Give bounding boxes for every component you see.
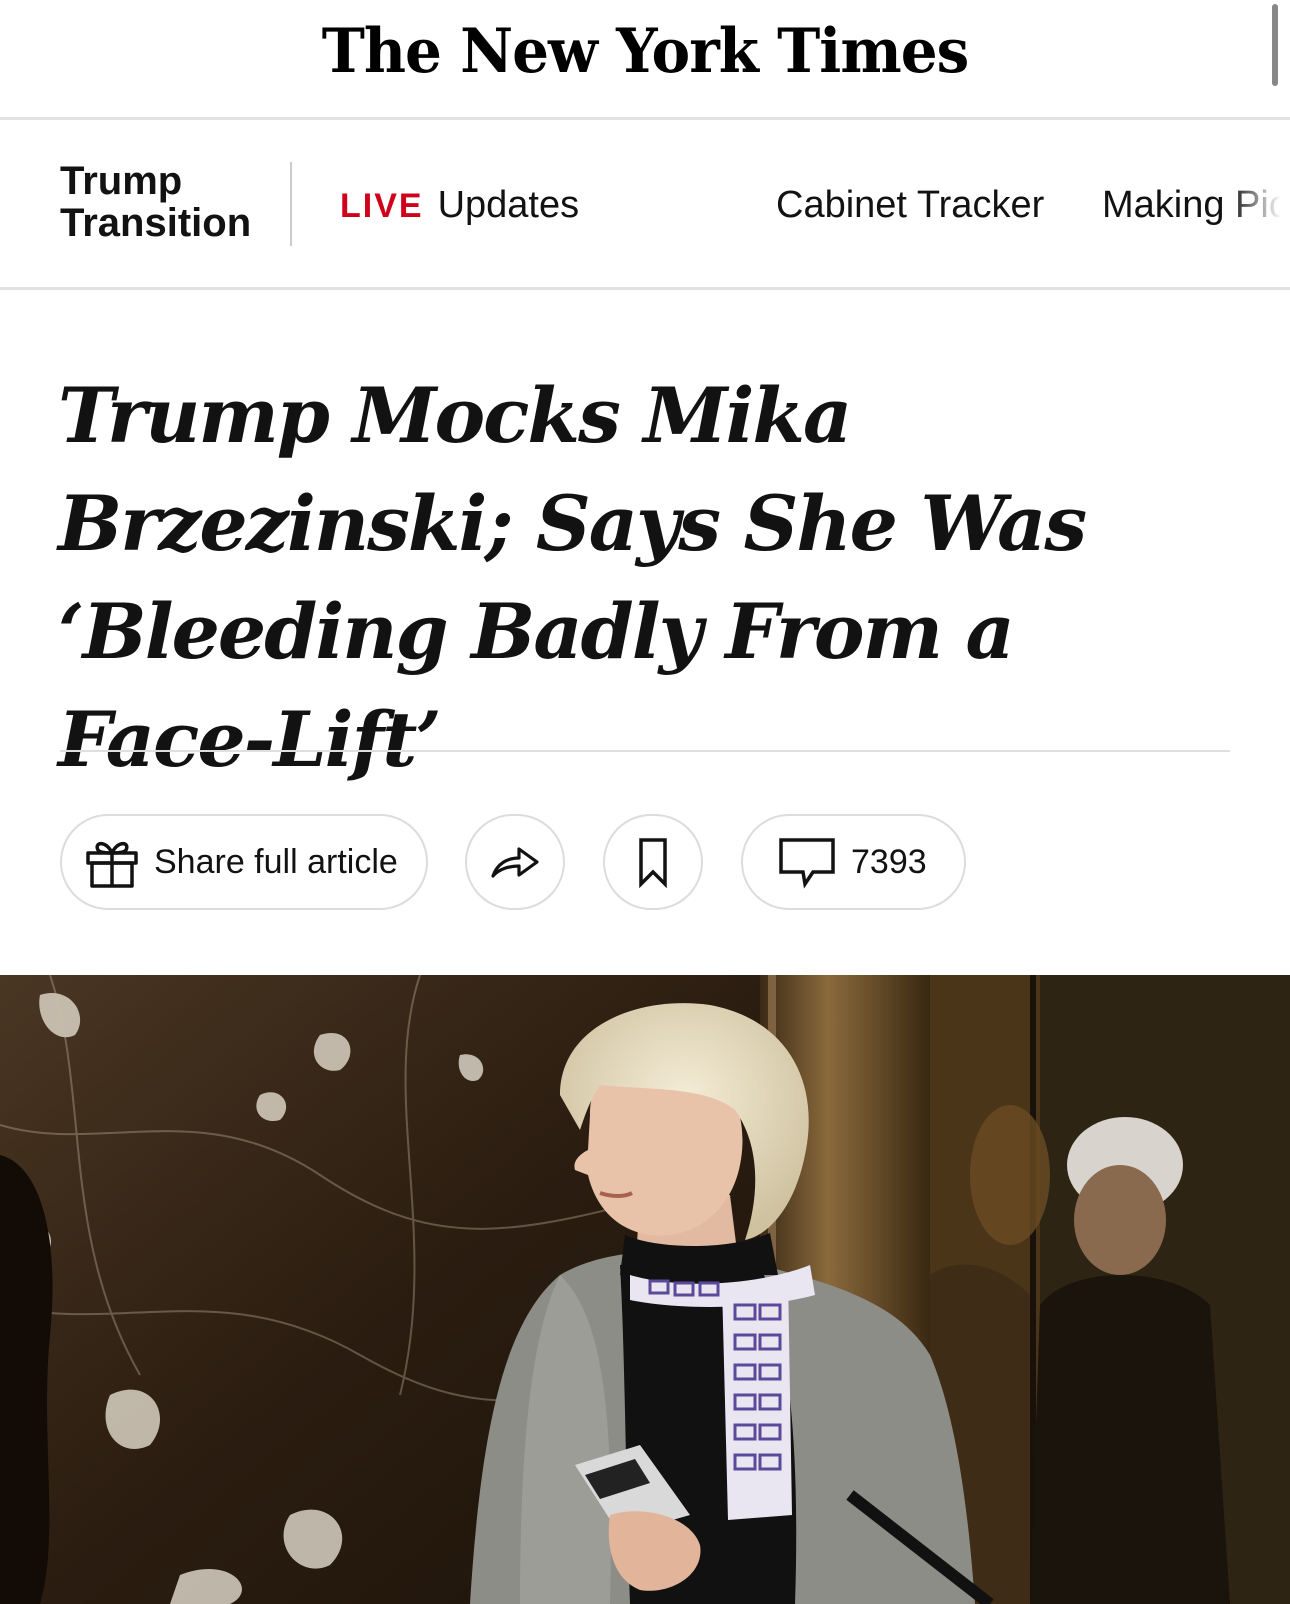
nav-item-cabinet-tracker[interactable]: Cabinet Tracker — [776, 183, 1044, 227]
live-badge: LIVE — [340, 187, 424, 225]
masthead: The New York Times — [0, 0, 1290, 120]
share-arrow-icon — [487, 834, 543, 890]
nav-divider — [290, 162, 292, 246]
save-bookmark-button[interactable] — [603, 814, 703, 910]
comment-bubble-icon — [777, 834, 837, 890]
scrollbar[interactable] — [1272, 4, 1278, 86]
share-full-article-button[interactable]: Share full article — [60, 814, 428, 910]
share-button-label: Share full article — [154, 842, 398, 881]
forward-share-button[interactable] — [465, 814, 565, 910]
bookmark-icon — [625, 834, 681, 890]
section-nav: Trump Transition LIVE Updates Cabinet Tra… — [0, 120, 1290, 290]
nav-fade-overlay — [1230, 120, 1290, 287]
nav-item-live-updates[interactable]: LIVE Updates — [340, 183, 579, 228]
nav-item-label: Updates — [437, 184, 580, 226]
comments-button[interactable]: 7393 — [741, 814, 966, 910]
article-photo[interactable] — [0, 975, 1290, 1604]
article-headline: Trump Mocks Mika Brzezinski; Says She Wa… — [58, 371, 1087, 784]
headline-divider — [60, 750, 1230, 752]
comment-count: 7393 — [851, 842, 927, 881]
nyt-logo[interactable]: The New York Times — [0, 4, 1290, 99]
section-title[interactable]: Trump Transition — [60, 160, 270, 244]
gift-icon — [84, 834, 140, 890]
